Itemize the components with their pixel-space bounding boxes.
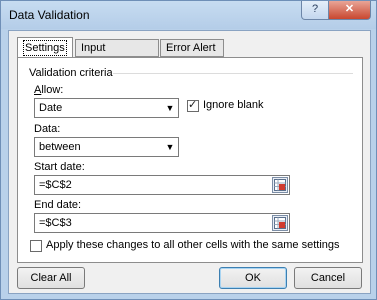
data-value: between <box>39 141 81 153</box>
title-bar: Data Validation ? ✕ <box>1 1 376 29</box>
ok-button[interactable]: OK <box>219 267 287 289</box>
apply-all-checkbox[interactable] <box>30 240 42 252</box>
tab-error-alert-label: Error Alert <box>166 42 216 54</box>
group-divider <box>113 73 353 74</box>
end-date-label: End date: <box>34 199 82 211</box>
ignore-blank-checkbox[interactable] <box>187 98 199 112</box>
close-icon: ✕ <box>344 3 355 15</box>
start-date-input[interactable]: =$C$2 <box>34 175 290 195</box>
help-icon: ? <box>311 3 319 15</box>
clear-all-button[interactable]: Clear All <box>17 267 85 289</box>
allow-value: Date <box>39 102 63 114</box>
data-validation-dialog: Data Validation ? ✕ Settings Input Messa… <box>0 0 377 300</box>
dialog-title: Data Validation <box>9 8 90 22</box>
tab-input-message[interactable]: Input Message <box>75 39 159 71</box>
close-button[interactable]: ✕ <box>328 1 371 20</box>
validation-criteria-heading: Validation criteria <box>29 67 113 79</box>
chevron-down-icon: ▼ <box>163 100 177 116</box>
ignore-blank-label: Ignore blank <box>203 99 264 111</box>
allow-select[interactable]: Date ▼ <box>34 98 179 118</box>
tab-error-alert[interactable]: Error Alert <box>160 39 224 57</box>
allow-label-text: llow: <box>41 84 64 96</box>
allow-label: Allow: <box>34 84 64 96</box>
start-date-value: =$C$2 <box>39 179 72 191</box>
dialog-body: Settings Input Message Error Alert Valid… <box>8 30 371 294</box>
tab-settings[interactable]: Settings <box>17 37 73 58</box>
data-label: Data: <box>34 123 61 135</box>
settings-panel: Validation criteria Allow: Date ▼ Ignore… <box>17 57 363 263</box>
help-button[interactable]: ? <box>301 1 329 20</box>
tab-settings-label: Settings <box>23 40 67 56</box>
data-select[interactable]: between ▼ <box>34 137 179 157</box>
range-picker-icon[interactable] <box>272 215 288 231</box>
apply-all-label: Apply these changes to all other cells w… <box>46 239 340 251</box>
chevron-down-icon: ▼ <box>163 139 177 155</box>
end-date-input[interactable]: =$C$3 <box>34 213 290 233</box>
range-picker-icon[interactable] <box>272 177 288 193</box>
start-date-label: Start date: <box>34 161 85 173</box>
cancel-button[interactable]: Cancel <box>294 267 362 289</box>
end-date-value: =$C$3 <box>39 217 72 229</box>
